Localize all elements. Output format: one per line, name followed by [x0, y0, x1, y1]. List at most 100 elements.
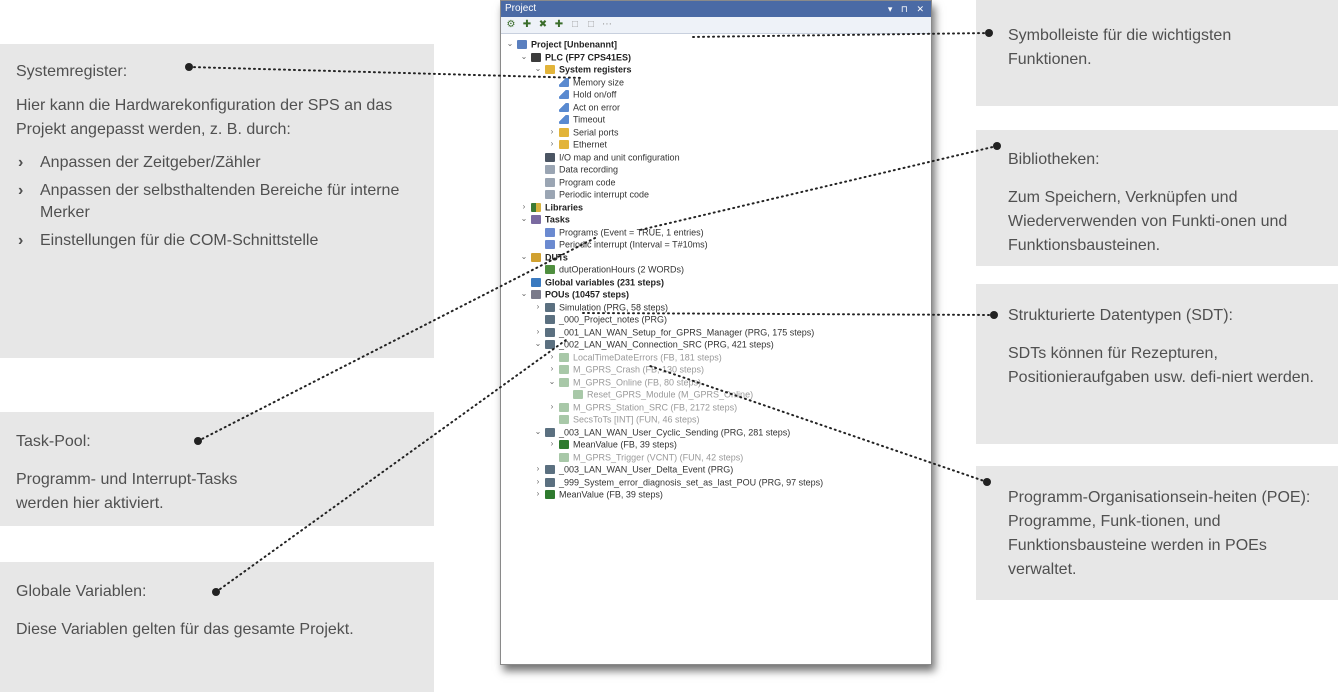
- expand-toggle-icon[interactable]: ⌄: [533, 63, 543, 76]
- expand-toggle-icon[interactable]: ›: [533, 463, 543, 476]
- expand-toggle-icon[interactable]: ›: [547, 438, 557, 451]
- tree-item[interactable]: Memory size: [505, 76, 931, 89]
- tree-item-label: Programs (Event = TRUE, 1 entries): [559, 226, 704, 237]
- callout-text: Programm- und Interrupt-Tasks werden hie…: [16, 471, 238, 512]
- tree-item-label: Memory size: [573, 76, 625, 87]
- tree-item[interactable]: Reset_GPRS_Module (M_GPRS_Online): [505, 388, 931, 401]
- tree-item-label: MeanValue (FB, 39 steps): [559, 489, 663, 500]
- callout-program-organisation-units: Programm-Organisationsein-heiten (POE): …: [976, 466, 1338, 600]
- tree-item-label: Timeout: [573, 114, 606, 125]
- tree-item-label: Tasks: [545, 214, 570, 225]
- collapse-icon[interactable]: □: [569, 19, 581, 31]
- tree-item[interactable]: Act on error: [505, 101, 931, 114]
- expand-toggle-icon[interactable]: ⌄: [505, 38, 515, 51]
- expand-toggle-icon[interactable]: ›: [533, 488, 543, 501]
- tree-item[interactable]: › LocalTimeDateErrors (FB, 181 steps): [505, 351, 931, 364]
- expand-toggle-icon[interactable]: ›: [533, 301, 543, 314]
- tree-item[interactable]: › Serial ports: [505, 126, 931, 139]
- tree-item[interactable]: ⌄ DUTs: [505, 251, 931, 264]
- tree-item[interactable]: › _003_LAN_WAN_User_Delta_Event (PRG): [505, 463, 931, 476]
- tree-item[interactable]: › _999_System_error_diagnosis_set_as_last…: [505, 476, 931, 489]
- new-item-icon[interactable]: ✚: [553, 19, 565, 31]
- expand-toggle-icon[interactable]: ›: [547, 351, 557, 364]
- tree-item-label: Global variables (231 steps): [545, 276, 665, 287]
- expand-toggle-icon[interactable]: ⌄: [519, 251, 529, 264]
- tree-item-label: Data recording: [559, 164, 619, 175]
- tree-item-label: Libraries: [545, 201, 584, 212]
- expand-toggle-icon[interactable]: ⌄: [547, 376, 557, 389]
- settings-icon[interactable]: ⚙: [505, 19, 517, 31]
- expand-toggle-icon[interactable]: ›: [519, 201, 529, 214]
- tree-item[interactable]: Programs (Event = TRUE, 1 entries): [505, 226, 931, 239]
- tree-item[interactable]: ⌄ Tasks: [505, 213, 931, 226]
- callout-text: Symbolleiste für die wichtigsten Funktio…: [1008, 27, 1232, 68]
- expand-toggle-icon[interactable]: ⌄: [533, 338, 543, 351]
- tree-item[interactable]: › Simulation (PRG, 58 steps): [505, 301, 931, 314]
- delete-icon[interactable]: ✖: [537, 19, 549, 31]
- tree-item[interactable]: ⌄ PLC (FP7 CPS41ES): [505, 51, 931, 64]
- expand-toggle-icon[interactable]: ›: [547, 138, 557, 151]
- tree-item[interactable]: › Libraries: [505, 201, 931, 214]
- tree-item[interactable]: Timeout: [505, 113, 931, 126]
- tree-item[interactable]: ⌄ POUs (10457 steps): [505, 288, 931, 301]
- add-icon[interactable]: ✚: [521, 19, 533, 31]
- more-icon[interactable]: ⋯: [601, 19, 613, 31]
- tree-item[interactable]: Hold on/off: [505, 88, 931, 101]
- expand-toggle-icon[interactable]: ›: [547, 401, 557, 414]
- tree-item[interactable]: ⌄ System registers: [505, 63, 931, 76]
- tree-item[interactable]: SecsToTs [INT] (FUN, 46 steps): [505, 413, 931, 426]
- callout-libraries: Bibliotheken: Zum Speichern, Verknüpfen …: [976, 130, 1338, 266]
- tree-node-icon: [545, 427, 555, 437]
- callout-task-pool: Task-Pool: Programm- und Interrupt-Tasks…: [0, 412, 434, 526]
- tree-item[interactable]: ⌄ Project [Unbenannt]: [505, 38, 931, 51]
- tree-item[interactable]: › M_GPRS_Crash (FB, 130 steps): [505, 363, 931, 376]
- expand-toggle-icon[interactable]: ⌄: [533, 426, 543, 439]
- tree-item[interactable]: Global variables (231 steps): [505, 276, 931, 289]
- callout-title: Globale Variablen:: [16, 583, 147, 600]
- tree-item[interactable]: Program code: [505, 176, 931, 189]
- tree-item[interactable]: ⌄ M_GPRS_Online (FB, 80 steps): [505, 376, 931, 389]
- tree-item-label: _002_LAN_WAN_Connection_SRC (PRG, 421 st…: [559, 339, 774, 350]
- tree-node-icon: [559, 415, 569, 425]
- tree-item[interactable]: ⌄ _003_LAN_WAN_User_Cyclic_Sending (PRG, …: [505, 426, 931, 439]
- tree-node-icon: [559, 440, 569, 450]
- tree-item[interactable]: Data recording: [505, 163, 931, 176]
- tree-node-icon: [531, 290, 541, 300]
- callout-text: Hier kann die Hardwarekonfiguration der …: [16, 97, 393, 138]
- tree-item[interactable]: › M_GPRS_Station_SRC (FB, 2172 steps): [505, 401, 931, 414]
- callout-system-registers: Systemregister: Hier kann die Hardwareko…: [0, 44, 434, 358]
- window-controls[interactable]: ▾ ⊓ ✕: [888, 1, 927, 17]
- callout-toolbar: Symbolleiste für die wichtigsten Funktio…: [976, 0, 1338, 106]
- tree-node-icon: [545, 152, 555, 162]
- expand-toggle-icon[interactable]: ⌄: [519, 213, 529, 226]
- tree-item[interactable]: _000_Project_notes (PRG): [505, 313, 931, 326]
- tree-item[interactable]: ⌄ _002_LAN_WAN_Connection_SRC (PRG, 421 s…: [505, 338, 931, 351]
- expand-toggle-icon[interactable]: ›: [533, 326, 543, 339]
- callout-text: Programm-Organisationsein-heiten (POE): …: [1008, 489, 1311, 578]
- tree-node-icon: [545, 327, 555, 337]
- expand-toggle-icon[interactable]: ⌄: [519, 288, 529, 301]
- tree-item[interactable]: Periodic interrupt (Interval = T#10ms): [505, 238, 931, 251]
- tree-item[interactable]: dutOperationHours (2 WORDs): [505, 263, 931, 276]
- expand-icon[interactable]: □: [585, 19, 597, 31]
- callout-list: › Anpassen der Zeitgeber/Zähler › Anpassen…: [16, 152, 418, 252]
- tree-item[interactable]: › _001_LAN_WAN_Setup_for_GPRS_Manager (PR…: [505, 326, 931, 339]
- expand-toggle-icon[interactable]: ⌄: [519, 51, 529, 64]
- expand-toggle-icon[interactable]: ›: [533, 476, 543, 489]
- tree-item-label: LocalTimeDateErrors (FB, 181 steps): [573, 351, 722, 362]
- tree-item-label: _999_System_error_diagnosis_set_as_last_…: [559, 476, 824, 487]
- expand-toggle-icon[interactable]: ›: [547, 363, 557, 376]
- tree-item[interactable]: I/O map and unit configuration: [505, 151, 931, 164]
- tree-item[interactable]: Periodic interrupt code: [505, 188, 931, 201]
- tree-item-label: Periodic interrupt code: [559, 189, 650, 200]
- callout-title: Bibliotheken:: [1008, 151, 1100, 168]
- expand-toggle-icon[interactable]: ›: [547, 126, 557, 139]
- tree-item[interactable]: › MeanValue (FB, 39 steps): [505, 488, 931, 501]
- window-title: Project: [505, 3, 537, 14]
- tree-item-label: I/O map and unit configuration: [559, 151, 680, 162]
- tree-item[interactable]: › Ethernet: [505, 138, 931, 151]
- tree-item[interactable]: M_GPRS_Trigger (VCNT) (FUN, 42 steps): [505, 451, 931, 464]
- tree-node-icon: [559, 402, 569, 412]
- tree-node-icon: [559, 452, 569, 462]
- tree-item[interactable]: › MeanValue (FB, 39 steps): [505, 438, 931, 451]
